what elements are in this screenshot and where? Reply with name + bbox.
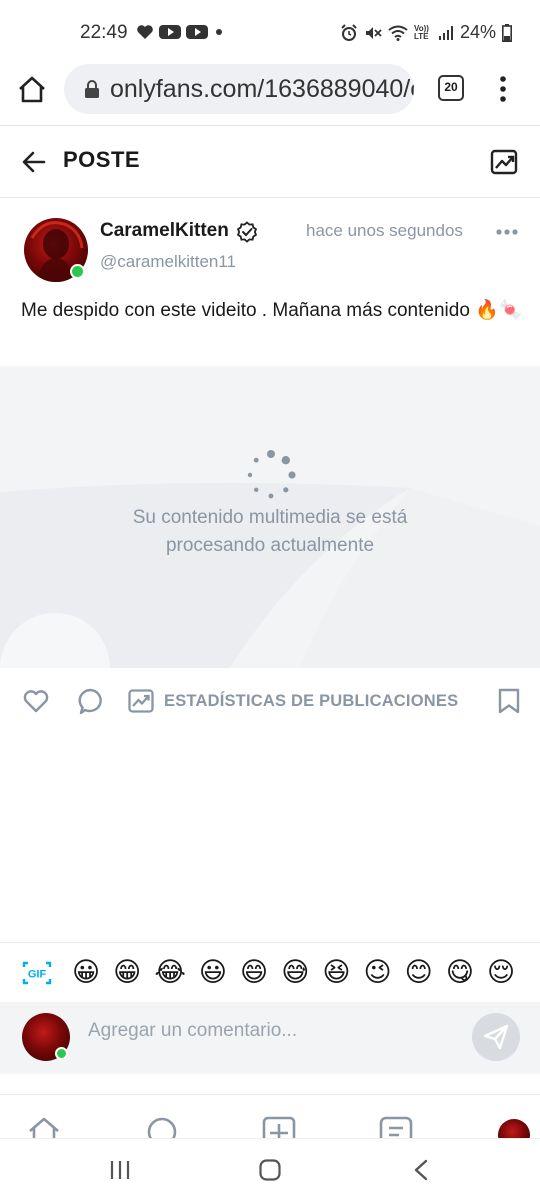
nav-profile-avatar[interactable]: [498, 1119, 530, 1138]
mute-icon: [365, 26, 382, 39]
battery-icon: [502, 23, 512, 42]
emoji-list: 😀 😁 😂 😃 😄 😅 😆 😉 😊 😋 😌: [72, 954, 515, 990]
author-name[interactable]: CaramelKitten: [100, 220, 229, 242]
nav-home-icon[interactable]: [26, 1115, 62, 1138]
media-placeholder[interactable]: Su contenido multimedia se está procesan…: [0, 366, 540, 668]
home-icon[interactable]: [258, 1159, 282, 1181]
emoji-button[interactable]: 😌: [487, 954, 515, 990]
more-options-icon[interactable]: [496, 228, 518, 236]
status-bar: 22:49 Vo)) LTE 24%: [0, 0, 540, 62]
page-title: POSTE: [63, 147, 141, 172]
emoji-button[interactable]: 😅: [281, 954, 309, 990]
lock-icon: [85, 80, 99, 98]
address-bar[interactable]: onlyfans.com/1636889040/caramelkitten11: [64, 64, 414, 114]
online-indicator: [70, 264, 85, 279]
browser-toolbar: onlyfans.com/1636889040/caramelkitten11 …: [0, 62, 540, 126]
post-header: CaramelKitten @caramelkitten11 hace unos…: [0, 198, 540, 290]
heart-icon: [137, 25, 153, 39]
status-time: 22:49: [80, 22, 128, 43]
emoji-button[interactable]: 😁: [113, 954, 141, 990]
alarm-icon: [341, 23, 357, 41]
statistics-icon: [128, 689, 154, 713]
status-system-icons: Vo)) LTE 24%: [340, 22, 512, 43]
page-header: POSTE: [0, 126, 540, 198]
recent-apps-icon[interactable]: [108, 1159, 132, 1181]
emoji-button[interactable]: 😂: [154, 954, 186, 990]
post-timestamp: hace unos segundos: [306, 221, 463, 240]
emoji-button[interactable]: 😃: [199, 954, 227, 990]
nav-add-post-icon[interactable]: [261, 1115, 297, 1138]
verified-badge-icon: [236, 221, 258, 243]
like-heart-icon[interactable]: [22, 687, 50, 715]
system-navigation-bar: [0, 1138, 540, 1200]
browser-menu-icon[interactable]: [498, 74, 508, 104]
svg-text:GIF: GIF: [28, 969, 47, 981]
post-statistics-button[interactable]: ESTADÍSTICAS DE PUBLICACIONES: [128, 687, 458, 715]
back-arrow-icon[interactable]: [20, 148, 48, 176]
send-comment-button[interactable]: [472, 1013, 520, 1061]
emoji-button[interactable]: 😋: [446, 954, 474, 990]
send-icon: [483, 1024, 509, 1050]
post-text: Me despido con este videito . Mañana más…: [21, 300, 523, 321]
bookmark-icon[interactable]: [496, 687, 522, 715]
emoji-button[interactable]: 😄: [240, 954, 268, 990]
author-handle[interactable]: @caramelkitten11: [100, 252, 236, 272]
loading-spinner-icon: [247, 450, 296, 499]
tab-switcher-button[interactable]: 20: [438, 75, 464, 101]
post-statistics-label: ESTADÍSTICAS DE PUBLICACIONES: [164, 691, 459, 710]
gif-icon[interactable]: GIF: [22, 960, 52, 986]
comment-composer: [0, 1002, 540, 1074]
online-indicator: [55, 1047, 68, 1060]
emoji-button[interactable]: 😆: [322, 954, 350, 990]
signal-icon: [438, 25, 453, 40]
app-bottom-nav: [0, 1094, 540, 1138]
youtube-icon: [159, 25, 181, 39]
battery-percent: 24%: [459, 22, 496, 42]
media-processing-message: Su contenido multimedia se está procesan…: [132, 507, 408, 556]
post-actions: ESTADÍSTICAS DE PUBLICACIONES: [0, 668, 540, 738]
emoji-button[interactable]: 😉: [364, 954, 392, 990]
statistics-icon[interactable]: [490, 148, 518, 176]
youtube-icon: [186, 25, 208, 39]
emoji-button[interactable]: 😀: [72, 954, 100, 990]
emoji-bar: GIF 😀 😁 😂 😃 😄 😅 😆 😉 😊 😋 😌: [0, 942, 540, 1002]
comment-input[interactable]: [88, 1016, 458, 1046]
comment-bubble-icon[interactable]: [76, 687, 104, 715]
volte-icon: Vo)) LTE: [413, 23, 429, 41]
browser-home-icon[interactable]: [16, 74, 48, 106]
url-text[interactable]: onlyfans.com/1636889040/caramelkitten11: [110, 75, 414, 104]
status-notification-icons: [136, 24, 225, 40]
nav-chats-icon[interactable]: [378, 1115, 414, 1138]
back-icon[interactable]: [410, 1159, 434, 1181]
nav-messages-icon[interactable]: [144, 1115, 180, 1138]
wifi-icon: [388, 25, 408, 41]
emoji-button[interactable]: 😊: [405, 954, 433, 990]
dot-icon: [216, 29, 222, 35]
